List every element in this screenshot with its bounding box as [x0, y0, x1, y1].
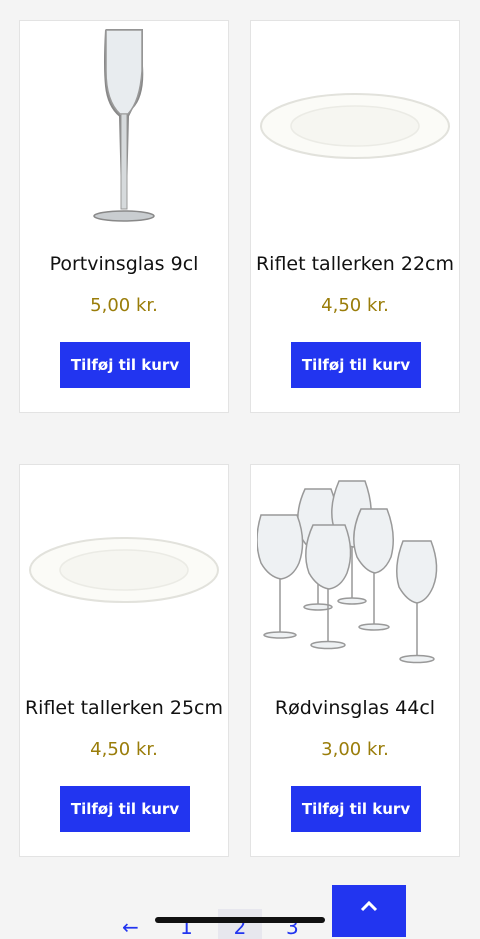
product-image-white-plate[interactable] [20, 465, 228, 675]
product-card: Riflet tallerken 25cm 4,50 kr. Tilføj ti… [19, 464, 229, 857]
plate-icon [260, 93, 450, 159]
product-title[interactable]: Portvinsglas 9cl [20, 253, 228, 275]
product-price: 4,50 kr. [321, 295, 389, 316]
add-to-cart-button[interactable]: Tilføj til kurv [291, 786, 421, 832]
previous-page-arrow[interactable]: ← [122, 915, 139, 939]
product-price: 4,50 kr. [90, 739, 158, 760]
product-card: Portvinsglas 9cl 5,00 kr. Tilføj til kur… [19, 20, 229, 413]
wine-glasses-icon [257, 480, 438, 664]
add-to-cart-button[interactable]: Tilføj til kurv [60, 342, 190, 388]
scroll-to-top-button[interactable] [332, 885, 406, 937]
product-image-red-wine-glasses[interactable] [251, 465, 459, 675]
product-price: 3,00 kr. [321, 739, 389, 760]
add-to-cart-button[interactable]: Tilføj til kurv [60, 786, 190, 832]
chevron-up-icon [360, 900, 378, 912]
home-indicator [155, 917, 325, 923]
product-card: Riflet tallerken 22cm 4,50 kr. Tilføj ti… [250, 20, 460, 413]
product-title[interactable]: Riflet tallerken 22cm [251, 253, 459, 275]
current-page: 2 [218, 909, 262, 939]
plate-icon [29, 537, 219, 603]
product-title[interactable]: Rødvinsglas 44cl [251, 697, 459, 719]
wine-glass-icon [93, 29, 155, 222]
add-to-cart-button[interactable]: Tilføj til kurv [291, 342, 421, 388]
product-image-white-plate[interactable] [251, 21, 459, 231]
product-image-port-wine-glass[interactable] [20, 21, 228, 231]
product-price: 5,00 kr. [90, 295, 158, 316]
product-card: Rødvinsglas 44cl 3,00 kr. Tilføj til kur… [250, 464, 460, 857]
product-title[interactable]: Riflet tallerken 25cm [20, 697, 228, 719]
